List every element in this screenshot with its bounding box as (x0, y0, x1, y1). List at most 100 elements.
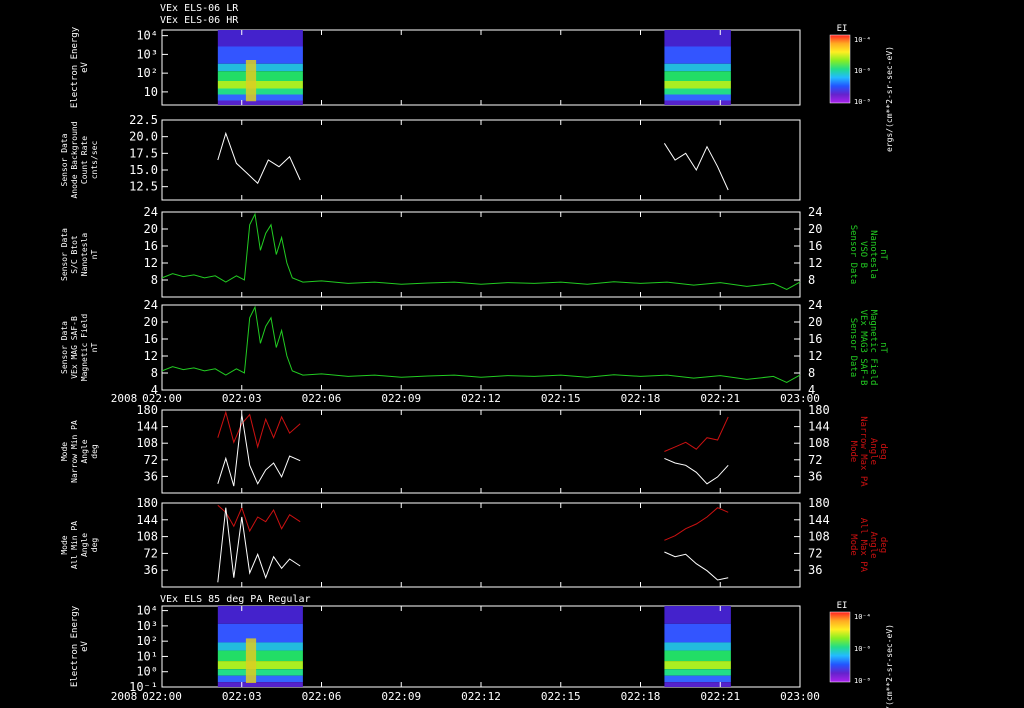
ylabel-right-line: nT (878, 249, 888, 260)
spectrogram-band (664, 63, 731, 72)
ylabel-right-line: Mode (848, 441, 858, 463)
spectrogram-block (217, 30, 303, 105)
colorbar-tick: 10⁻⁸ (854, 98, 871, 106)
xtick-label: 022:03 (222, 392, 262, 405)
ylabel-line: Electron Energy (70, 605, 80, 687)
ytick-label-right: 72 (808, 546, 822, 560)
xtick-label: 022:00 (142, 690, 182, 703)
ylabel-line: Nanotesla (80, 233, 89, 277)
header-line1: VEx ELS-06 LR (160, 3, 239, 14)
ylabel-line: Mode (60, 442, 69, 461)
ylabel-right-line: Sensor Data (848, 318, 858, 378)
ylabel-line: Mode (60, 535, 69, 554)
xtick-label: 022:15 (541, 690, 581, 703)
ylabel-right-line: VEx MAG3 SAF-B (858, 310, 868, 386)
spectrogram-band (664, 71, 731, 81)
ytick-label-right: 16 (808, 332, 822, 346)
xtick-label: 022:12 (461, 690, 501, 703)
spectrogram-band (664, 661, 731, 670)
spectrogram-band (664, 100, 731, 105)
ytick-label: 20 (144, 222, 158, 236)
xtick-label: 022:18 (621, 392, 661, 405)
ytick-label-right: 20 (808, 222, 822, 236)
spectrogram-band (217, 650, 303, 662)
ytick-label: 10¹ (136, 649, 158, 663)
colorbar-unit: ergs/(cm**2-sr-sec-eV) (885, 624, 894, 708)
ytick-label: 10⁴ (136, 29, 158, 43)
ytick-label-right: 108 (808, 436, 830, 450)
ytick-label: 24 (144, 205, 158, 219)
ytick-label-right: 24 (808, 205, 822, 219)
ytick-label: 10⁰ (136, 665, 158, 679)
ylabel-line: deg (90, 538, 99, 553)
header-line2: VEx ELS-06 HR (160, 15, 239, 26)
ylabel-line: Count Rate (80, 136, 89, 184)
spectrogram-band (217, 100, 303, 105)
ytick-label-right: 8 (808, 366, 815, 380)
ytick-label: 24 (144, 298, 158, 312)
spectrogram-peak (245, 60, 257, 102)
spectrogram-band (217, 81, 303, 89)
ytick-label: 22.5 (129, 113, 158, 127)
ytick-label-right: 36 (808, 469, 822, 483)
ytick-label-right: 24 (808, 298, 822, 312)
spectrogram-peak (245, 638, 257, 683)
colorbar-gradient (829, 611, 851, 683)
ytick-label: 20.0 (129, 130, 158, 144)
ytick-label: 12.5 (129, 180, 158, 194)
ylabel-right-line: Narrow Max PA (858, 416, 868, 487)
spectrogram-band (664, 650, 731, 662)
ytick-label: 15.0 (129, 163, 158, 177)
spectrogram-band (664, 642, 731, 651)
colorbar-tick: 10⁻⁴ (854, 613, 871, 621)
ytick-label: 12 (144, 256, 158, 270)
ytick-label-right: 12 (808, 256, 822, 270)
ytick-label: 10³ (136, 47, 158, 61)
ytick-label: 12 (144, 349, 158, 363)
ytick-label: 10⁴ (136, 604, 158, 618)
multi-panel-plot: VEx ELS-06 LR VEx ELS-06 HR VEx ELS 85 d… (0, 0, 1024, 708)
xtick-label: 023:00 (780, 690, 820, 703)
ylabel-right-line: deg (878, 537, 888, 553)
ytick-label-right: 180 (808, 403, 830, 417)
ylabel-right-line: nT (878, 342, 888, 353)
ylabel-line: Anode Background (70, 121, 79, 198)
xtick-label: 022:06 (302, 690, 342, 703)
spectrogram-band (217, 30, 303, 47)
year-label: 2008 (111, 690, 138, 703)
ytick-label-right: 36 (808, 563, 822, 577)
spectrogram-band (664, 675, 731, 683)
spectrogram-band (664, 81, 731, 89)
ytick-label: 10 (144, 85, 158, 99)
ytick-label: 16 (144, 239, 158, 253)
xtick-label: 022:09 (381, 690, 421, 703)
ytick-label: 108 (136, 530, 158, 544)
spectrogram-band (217, 682, 303, 687)
ylabel-line: eV (80, 62, 90, 73)
year-label: 2008 (111, 392, 138, 405)
ylabel-right-line: Sensor Data (848, 225, 858, 285)
ylabel-line: S/C Btot (70, 235, 79, 274)
ytick-label-right: 16 (808, 239, 822, 253)
xtick-label: 022:03 (222, 690, 262, 703)
ylabel-line: Narrow Min PA (70, 420, 79, 483)
spectrogram-band (217, 606, 303, 624)
ylabel-right-line: VSO B (858, 241, 868, 268)
xtick-label: 022:21 (700, 690, 740, 703)
spectrogram-band (664, 623, 731, 643)
spectrogram-band (217, 623, 303, 643)
ytick-label: 10³ (136, 619, 158, 633)
colorbar-tick: 10⁻⁴ (854, 36, 871, 44)
ytick-label: 10² (136, 66, 158, 80)
ytick-label-right: 8 (808, 273, 815, 287)
spectrogram-band (664, 682, 731, 687)
xtick-label: 022:21 (700, 392, 740, 405)
spectrogram-block (664, 606, 731, 687)
spectrogram-band (664, 30, 731, 47)
ylabel-line: Sensor Data (60, 133, 69, 186)
ylabel-line: Magnetic Field (80, 314, 89, 382)
ylabel-line: nT (90, 250, 99, 260)
ytick-label: 180 (136, 496, 158, 510)
ytick-label-right: 108 (808, 530, 830, 544)
spectrogram-band (664, 46, 731, 64)
